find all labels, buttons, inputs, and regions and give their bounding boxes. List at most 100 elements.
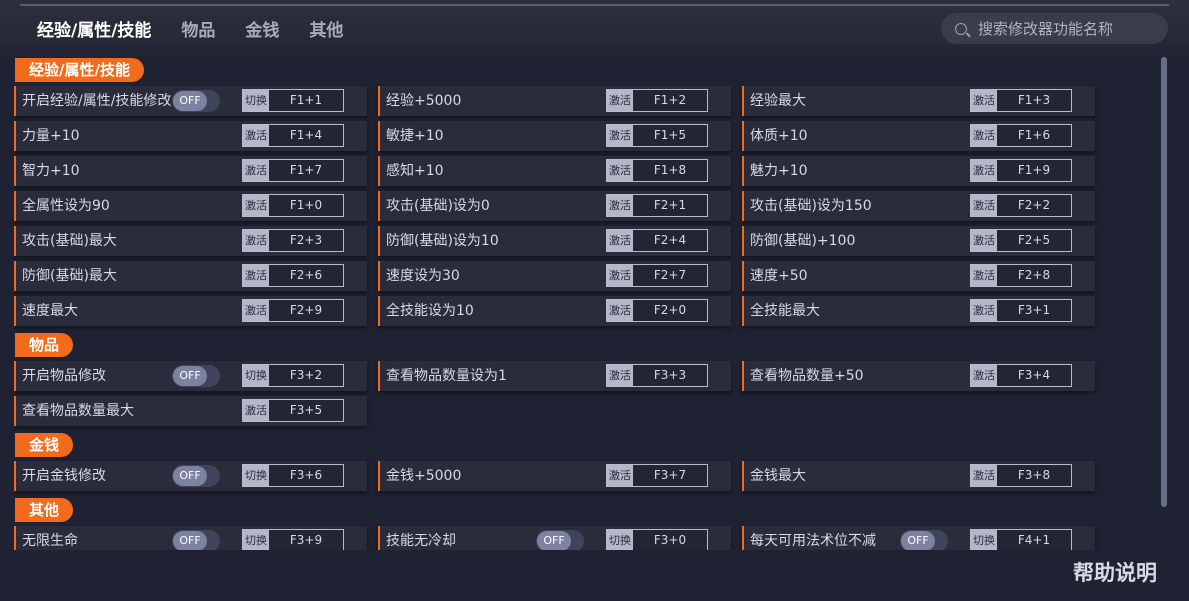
tab-exp-attr-skill[interactable]: 经验/属性/技能 <box>37 16 151 41</box>
action-label: 切换 <box>243 90 269 111</box>
hotkey-label: F1+7 <box>269 160 343 181</box>
cheat-label: 防御(基础)+100 <box>750 233 856 249</box>
hotkey-button[interactable]: 激活 F1+7 <box>242 159 344 182</box>
toggle-switch[interactable]: OFF <box>172 90 220 112</box>
action-label: 切换 <box>607 530 633 550</box>
hotkey-button[interactable]: 切换 F3+9 <box>242 529 344 550</box>
hotkey-button[interactable]: 激活 F1+4 <box>242 124 344 147</box>
action-label: 激活 <box>243 265 269 286</box>
cheat-list: 经验/属性/技能 开启经验/属性/技能修改 OFF 切换 F1+1 经验+5000 激活 F1… <box>14 58 1154 550</box>
toggle-switch[interactable]: OFF <box>900 530 948 550</box>
hotkey-button[interactable]: 激活 F2+9 <box>242 299 344 322</box>
cheat-row: 无限生命 OFF 切换 F3+9 技能无冷却 OFF 切换 F3+0 每天可用法术位不减 OFF 切… <box>14 526 1154 550</box>
cheat-item: 开启金钱修改 OFF 切换 F3+6 <box>14 461 367 491</box>
hotkey-label: F2+4 <box>633 230 707 251</box>
tab-items[interactable]: 物品 <box>181 16 215 41</box>
hotkey-button[interactable]: 激活 F2+0 <box>606 299 708 322</box>
hotkey-button[interactable]: 激活 F1+9 <box>970 159 1072 182</box>
action-label: 激活 <box>971 230 997 251</box>
hotkey-button[interactable]: 激活 F2+4 <box>606 229 708 252</box>
action-label: 切换 <box>243 365 269 386</box>
hotkey-button[interactable]: 激活 F1+6 <box>970 124 1072 147</box>
cheat-item: 攻击(基础)最大 激活 F2+3 <box>14 226 367 256</box>
cheat-label: 每天可用法术位不减 <box>750 533 876 549</box>
hotkey-button[interactable]: 激活 F2+1 <box>606 194 708 217</box>
action-label: 激活 <box>971 300 997 321</box>
hotkey-button[interactable]: 激活 F3+7 <box>606 464 708 487</box>
hotkey-button[interactable]: 切换 F3+2 <box>242 364 344 387</box>
hotkey-button[interactable]: 激活 F3+5 <box>242 399 344 422</box>
hotkey-button[interactable]: 激活 F2+5 <box>970 229 1072 252</box>
toggle-switch[interactable]: OFF <box>172 465 220 487</box>
hotkey-button[interactable]: 激活 F2+6 <box>242 264 344 287</box>
cheat-label: 开启经验/属性/技能修改 <box>22 93 172 109</box>
hotkey-button[interactable]: 激活 F3+4 <box>970 364 1072 387</box>
help-button[interactable]: 帮助说明 <box>1073 557 1157 587</box>
tab-money[interactable]: 金钱 <box>245 16 279 41</box>
cheat-label: 攻击(基础)最大 <box>22 233 117 249</box>
hotkey-label: F1+0 <box>269 195 343 216</box>
action-label: 激活 <box>971 160 997 181</box>
search-box[interactable] <box>941 13 1168 44</box>
hotkey-label: F2+0 <box>633 300 707 321</box>
cheat-label: 智力+10 <box>22 163 80 179</box>
tab-other[interactable]: 其他 <box>309 16 343 41</box>
hotkey-button[interactable]: 激活 F1+5 <box>606 124 708 147</box>
hotkey-label: F2+2 <box>997 195 1071 216</box>
hotkey-button[interactable]: 激活 F1+2 <box>606 89 708 112</box>
cheat-item: 魅力+10 激活 F1+9 <box>742 156 1095 186</box>
toggle-state: OFF <box>173 91 207 111</box>
scrollbar[interactable] <box>1161 57 1167 507</box>
action-label: 激活 <box>607 465 633 486</box>
cheat-row: 智力+10 激活 F1+7 感知+10 激活 F1+8 魅力+10 激活 F1+9 <box>14 156 1154 186</box>
hotkey-label: F2+8 <box>997 265 1071 286</box>
hotkey-button[interactable]: 激活 F2+8 <box>970 264 1072 287</box>
hotkey-button[interactable]: 激活 F3+3 <box>606 364 708 387</box>
hotkey-label: F1+4 <box>269 125 343 146</box>
action-label: 激活 <box>607 90 633 111</box>
action-label: 激活 <box>607 265 633 286</box>
hotkey-label: F3+4 <box>997 365 1071 386</box>
scrollbar-thumb[interactable] <box>1161 57 1167 507</box>
cheat-item: 全技能设为10 激活 F2+0 <box>378 296 731 326</box>
hotkey-button[interactable]: 激活 F3+1 <box>970 299 1072 322</box>
hotkey-button[interactable]: 切换 F3+0 <box>606 529 708 550</box>
cheat-row: 开启金钱修改 OFF 切换 F3+6 金钱+5000 激活 F3+7 金钱最大 激活 F3+8 <box>14 461 1154 491</box>
hotkey-button[interactable]: 激活 F1+3 <box>970 89 1072 112</box>
cheat-label: 开启物品修改 <box>22 368 106 384</box>
hotkey-button[interactable]: 切换 F1+1 <box>242 89 344 112</box>
hotkey-label: F3+1 <box>997 300 1071 321</box>
hotkey-button[interactable]: 激活 F2+3 <box>242 229 344 252</box>
search-input[interactable] <box>976 18 1160 39</box>
hotkey-button[interactable]: 激活 F2+2 <box>970 194 1072 217</box>
cheat-item: 查看物品数量设为1 激活 F3+3 <box>378 361 731 391</box>
action-label: 切换 <box>243 465 269 486</box>
hotkey-label: F3+8 <box>997 465 1071 486</box>
cheat-label: 全技能设为10 <box>386 303 474 319</box>
hotkey-button[interactable]: 切换 F4+1 <box>970 529 1072 550</box>
hotkey-button[interactable]: 切换 F3+6 <box>242 464 344 487</box>
action-label: 激活 <box>243 400 269 421</box>
hotkey-button[interactable]: 激活 F1+8 <box>606 159 708 182</box>
toggle-switch[interactable]: OFF <box>172 530 220 550</box>
cheat-item: 金钱最大 激活 F3+8 <box>742 461 1095 491</box>
toggle-state: OFF <box>537 531 571 550</box>
top-divider <box>20 4 1169 6</box>
hotkey-button[interactable]: 激活 F1+0 <box>242 194 344 217</box>
toggle-switch[interactable]: OFF <box>536 530 584 550</box>
cheat-item: 查看物品数量+50 激活 F3+4 <box>742 361 1095 391</box>
hotkey-button[interactable]: 激活 F2+7 <box>606 264 708 287</box>
cheat-label: 魅力+10 <box>750 163 808 179</box>
action-label: 激活 <box>607 195 633 216</box>
toggle-switch[interactable]: OFF <box>172 365 220 387</box>
hotkey-label: F1+8 <box>633 160 707 181</box>
action-label: 切换 <box>971 530 997 550</box>
cheat-label: 查看物品数量+50 <box>750 368 864 384</box>
action-label: 激活 <box>971 265 997 286</box>
toggle-state: OFF <box>173 366 207 386</box>
cheat-item: 力量+10 激活 F1+4 <box>14 121 367 151</box>
cheat-label: 体质+10 <box>750 128 808 144</box>
hotkey-button[interactable]: 激活 F3+8 <box>970 464 1072 487</box>
cheat-item: 速度+50 激活 F2+8 <box>742 261 1095 291</box>
